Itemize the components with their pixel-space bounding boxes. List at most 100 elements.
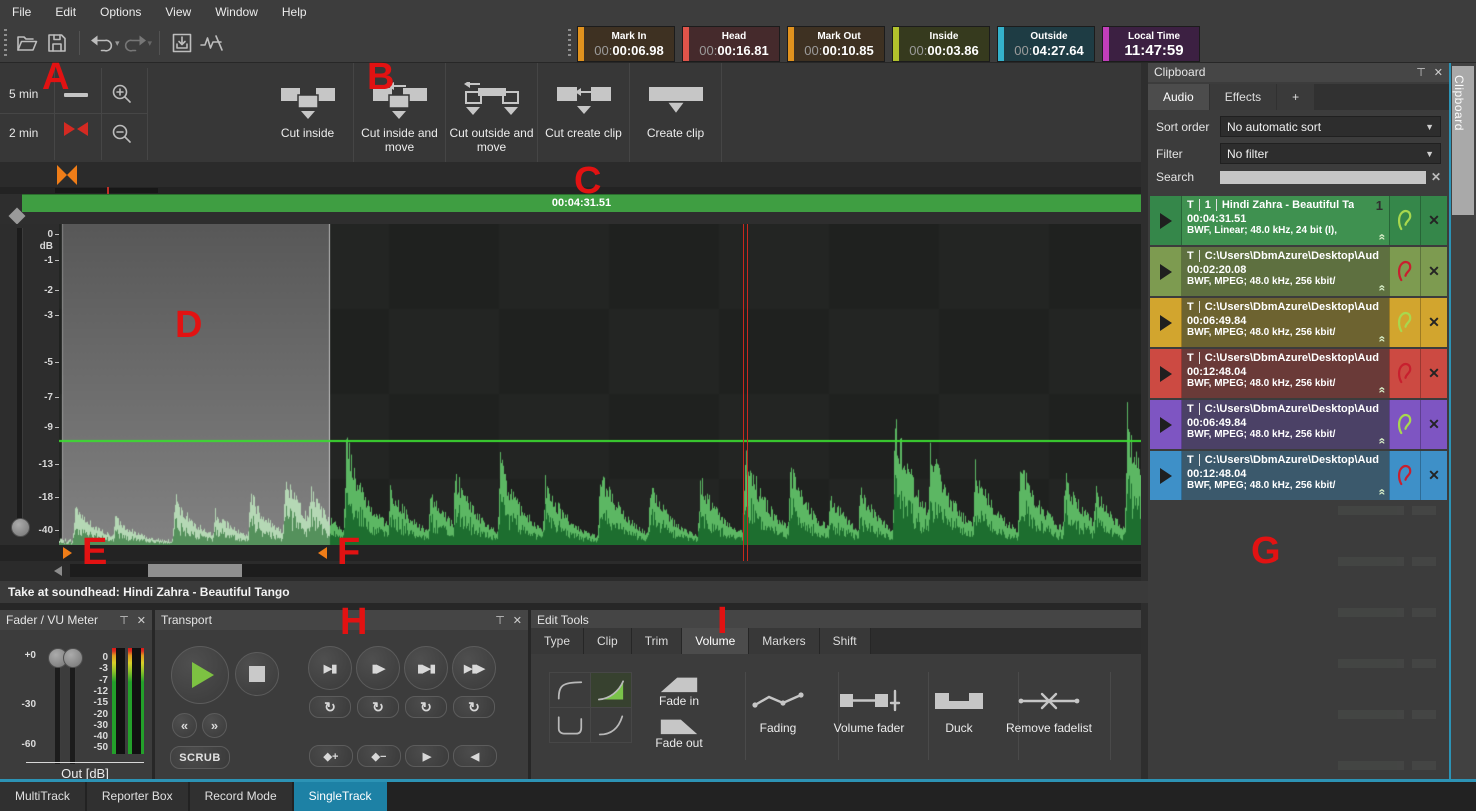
pin-icon[interactable]: ⊤ <box>1416 66 1426 79</box>
pin-icon[interactable]: ⊤ <box>119 614 129 627</box>
clipboard-item[interactable]: TC:\Users\DbmAzure\Desktop\Aud00:06:49.8… <box>1150 400 1447 449</box>
add-clipboard-tab[interactable]: + <box>1277 84 1314 110</box>
waveform-view[interactable] <box>59 224 1141 545</box>
open-folder-icon[interactable] <box>12 28 42 58</box>
play-variant-button-3[interactable]: ▮▶▮ <box>404 646 448 690</box>
redo-icon[interactable] <box>120 28 150 58</box>
fader-knob[interactable] <box>63 648 83 668</box>
level-slider-knob[interactable] <box>11 518 30 537</box>
item-prelisten-button[interactable] <box>1389 247 1420 296</box>
item-play-button[interactable] <box>1150 196 1182 245</box>
item-delete-button[interactable]: ✕ <box>1420 400 1447 449</box>
add-marker-button[interactable]: ◆+ <box>309 745 353 767</box>
clipboard-tab-effects[interactable]: Effects <box>1210 84 1276 110</box>
clip-marker-strip[interactable] <box>0 545 1141 561</box>
cut-inside-button[interactable]: Cut inside <box>262 62 354 162</box>
fade-curve-exp-button[interactable] <box>590 707 632 743</box>
play-variant-button-4[interactable]: ▶▮▶ <box>452 646 496 690</box>
item-play-button[interactable] <box>1150 400 1182 449</box>
skip-back-button[interactable]: « <box>172 713 197 738</box>
clipboard-item[interactable]: TC:\Users\DbmAzure\Desktop\Aud00:02:20.0… <box>1150 247 1447 296</box>
fader-track[interactable] <box>55 656 61 764</box>
scrollbar-thumb[interactable] <box>148 564 242 577</box>
timeline-overview-bar[interactable] <box>0 187 1141 194</box>
item-prelisten-button[interactable] <box>1389 451 1420 500</box>
collapse-chevrons-icon[interactable]: « <box>1376 489 1389 496</box>
fade-in-button[interactable]: Fade in <box>635 674 723 708</box>
cut-create-clip-button[interactable]: Cut create clip <box>538 62 630 162</box>
next-marker-button[interactable]: ▶ <box>405 745 449 767</box>
fade-out-button[interactable]: Fade out <box>635 716 723 750</box>
waveform-hscrollbar[interactable] <box>0 561 1141 581</box>
item-play-button[interactable] <box>1150 349 1182 398</box>
cut-outside-move-button[interactable]: Cut outside and move <box>446 62 538 162</box>
loop-button-4[interactable]: ↻ <box>453 696 495 718</box>
scrub-button[interactable]: SCRUB <box>170 746 230 769</box>
timeline-marker-icon[interactable] <box>57 165 77 185</box>
workspace-tab-singletrack[interactable]: SingleTrack <box>294 782 387 811</box>
timeline-marker-row[interactable] <box>0 162 1141 187</box>
timecode-toolbar-grip[interactable] <box>568 29 571 57</box>
menu-window[interactable]: Window <box>203 0 270 24</box>
volume-fader-button[interactable]: Volume fader <box>823 688 915 735</box>
loop-button-3[interactable]: ↻ <box>405 696 447 718</box>
search-input[interactable] <box>1220 171 1426 184</box>
fader-track[interactable] <box>70 656 76 764</box>
item-delete-button[interactable]: ✕ <box>1420 349 1447 398</box>
play-variant-button-1[interactable]: ▶▮ <box>308 646 352 690</box>
menu-options[interactable]: Options <box>88 0 153 24</box>
fade-curve-dip-button[interactable] <box>549 707 591 743</box>
prev-marker-button[interactable]: ◀ <box>453 745 497 767</box>
redo-dropdown-icon[interactable]: ▾ <box>148 38 153 49</box>
loop-button-1[interactable]: ↻ <box>309 696 351 718</box>
play-variant-button-2[interactable]: ▮▶ <box>356 646 400 690</box>
menu-view[interactable]: View <box>153 0 203 24</box>
skip-forward-button[interactable]: » <box>202 713 227 738</box>
scroll-left-icon[interactable] <box>54 566 62 576</box>
item-prelisten-button[interactable] <box>1389 400 1420 449</box>
remove-marker-button[interactable]: ◆− <box>357 745 401 767</box>
sort-order-dropdown[interactable]: No automatic sort ▼ <box>1220 116 1441 137</box>
clipboard-item[interactable]: T1Hindi Zahra - Beautiful Ta100:04:31.51… <box>1150 196 1447 245</box>
fade-curve-log-button[interactable] <box>549 672 591 708</box>
undo-icon[interactable] <box>87 28 117 58</box>
workspace-tab-multitrack[interactable]: MultiTrack <box>0 782 85 811</box>
item-prelisten-button[interactable] <box>1389 196 1420 245</box>
filter-dropdown[interactable]: No filter ▼ <box>1220 143 1441 164</box>
scrollbar-track[interactable] <box>70 564 1141 577</box>
item-play-button[interactable] <box>1150 451 1182 500</box>
level-slider-track[interactable] <box>17 228 23 528</box>
collapse-chevrons-icon[interactable]: « <box>1376 234 1389 241</box>
loop-button-2[interactable]: ↻ <box>357 696 399 718</box>
stop-button[interactable] <box>235 652 279 696</box>
import-take-icon[interactable] <box>167 28 197 58</box>
zoom-range-5min[interactable]: 5 min <box>9 87 38 101</box>
collapse-chevrons-icon[interactable]: « <box>1376 438 1389 445</box>
zoom-range-2min[interactable]: 2 min <box>9 126 38 140</box>
item-delete-button[interactable]: ✕ <box>1420 298 1447 347</box>
item-play-button[interactable] <box>1150 298 1182 347</box>
menu-help[interactable]: Help <box>270 0 319 24</box>
fading-button[interactable]: Fading <box>732 688 824 735</box>
save-icon[interactable] <box>42 28 72 58</box>
item-delete-button[interactable]: ✕ <box>1420 451 1447 500</box>
collapse-chevrons-icon[interactable]: « <box>1376 285 1389 292</box>
toolbar-grip[interactable] <box>4 29 7 57</box>
clipboard-side-tab[interactable]: Clipboard <box>1452 66 1474 215</box>
zoom-out-icon[interactable] <box>110 122 134 146</box>
collapse-chevrons-icon[interactable]: « <box>1376 336 1389 343</box>
signal-settings-icon[interactable] <box>197 28 227 58</box>
duck-button[interactable]: Duck <box>913 688 1005 735</box>
create-clip-button[interactable]: Create clip <box>630 62 722 162</box>
mark-out-handle-icon[interactable] <box>318 547 327 559</box>
search-clear-icon[interactable]: ✕ <box>1431 170 1441 184</box>
zoom-in-icon[interactable] <box>110 82 134 106</box>
play-button[interactable] <box>171 646 229 704</box>
item-prelisten-button[interactable] <box>1389 298 1420 347</box>
playhead-cursor[interactable] <box>743 224 748 561</box>
close-icon[interactable]: ✕ <box>1434 66 1443 79</box>
menu-file[interactable]: File <box>0 0 43 24</box>
collapse-range-icon[interactable] <box>64 122 88 136</box>
item-delete-button[interactable]: ✕ <box>1420 247 1447 296</box>
clipboard-tab-audio[interactable]: Audio <box>1148 84 1209 110</box>
